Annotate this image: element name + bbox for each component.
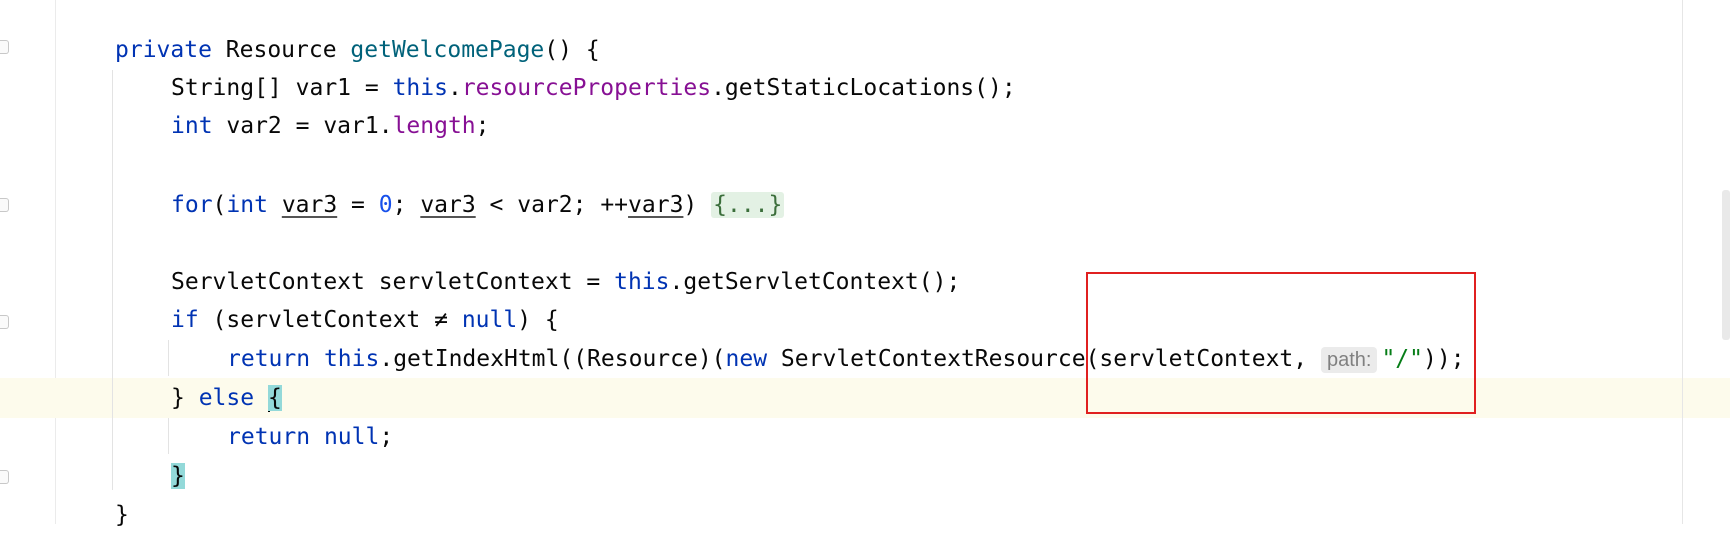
code-text: .getStaticLocations(); <box>711 75 1016 101</box>
keyword: private <box>115 37 212 63</box>
annotation-highlight-box <box>1086 272 1476 414</box>
keyword: int <box>171 113 213 139</box>
code-line[interactable]: String[] var1 = this.resourceProperties.… <box>171 69 1016 107</box>
indent-guide <box>168 418 169 454</box>
code-text: ( <box>212 192 227 218</box>
keyword: return <box>227 346 311 372</box>
keyword: this <box>614 269 670 295</box>
method-name: getWelcomePage <box>350 37 545 63</box>
code-text: (servletContext <box>198 307 435 333</box>
code-line[interactable]: } <box>171 457 185 495</box>
code-line[interactable]: for(int var3 = 0; var3 < var2; ++var3) {… <box>171 186 785 224</box>
field-name: resourceProperties <box>461 75 712 101</box>
number-literal: 0 <box>378 192 393 218</box>
code-text: ; <box>392 192 421 218</box>
fold-icon[interactable] <box>0 198 9 212</box>
code-text: .getServletContext(); <box>669 269 961 295</box>
keyword: new <box>725 346 768 372</box>
code-text: } <box>171 385 199 411</box>
code-text: ) { <box>517 307 559 333</box>
indent-guide <box>168 340 169 376</box>
vertical-scrollbar-thumb[interactable] <box>1722 190 1730 340</box>
code-line[interactable]: ServletContext servletContext = this.get… <box>171 263 960 301</box>
code-line[interactable]: } <box>115 496 129 534</box>
code-line[interactable]: return null; <box>227 418 393 456</box>
keyword: else <box>198 385 255 411</box>
keyword: this <box>323 346 380 372</box>
matched-brace: { <box>267 385 282 411</box>
matched-brace: } <box>171 463 185 489</box>
code-line[interactable]: } else { <box>171 379 282 417</box>
code-text: ++ <box>600 192 629 218</box>
code-text: String[] var1 = <box>171 75 393 101</box>
variable: var3 <box>628 192 684 218</box>
code-text: () { <box>544 37 600 63</box>
keyword: null <box>461 307 518 333</box>
code-line[interactable]: if (servletContext ≠ null) { <box>171 301 559 339</box>
code-text: ServletContext servletContext = <box>171 269 615 295</box>
code-text: . <box>447 75 462 101</box>
variable: var3 <box>281 192 338 218</box>
fold-icon[interactable] <box>0 315 9 329</box>
code-text: ) <box>683 192 712 218</box>
variable: var3 <box>420 192 476 218</box>
code-text: ; <box>475 113 490 139</box>
keyword: return <box>227 424 311 450</box>
code-text: = <box>337 192 379 218</box>
indent-guide <box>112 70 113 490</box>
code-line[interactable]: int var2 = var1.length; <box>171 107 490 145</box>
field-name: length <box>392 113 476 139</box>
code-text: .getIndexHtml((Resource)( <box>379 346 726 372</box>
keyword: if <box>171 307 199 333</box>
code-text: Resource <box>211 37 351 63</box>
not-equal-ligature: ≠ <box>434 307 448 333</box>
keyword: int <box>226 192 268 218</box>
code-text: < var2; <box>475 192 601 218</box>
folded-code-block[interactable]: {...} <box>711 192 785 218</box>
code-text: var2 = var1. <box>212 113 393 139</box>
fold-icon[interactable] <box>0 40 9 54</box>
keyword: null <box>323 424 380 450</box>
code-text: ; <box>379 424 394 450</box>
right-margin-guide <box>1682 0 1683 524</box>
keyword: for <box>171 192 213 218</box>
editor-gutter <box>0 0 56 524</box>
keyword: this <box>392 75 448 101</box>
code-line[interactable]: private Resource getWelcomePage() { <box>115 31 600 69</box>
fold-icon[interactable] <box>0 470 9 484</box>
code-text: } <box>115 502 129 528</box>
